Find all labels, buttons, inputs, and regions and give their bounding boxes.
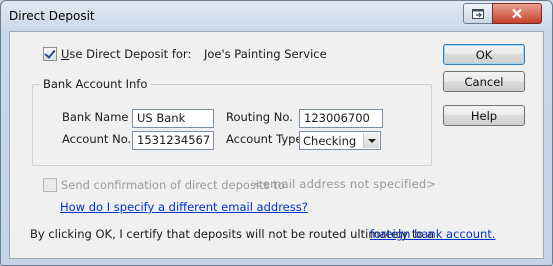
- title-bar: Direct Deposit: [1, 1, 552, 31]
- routing-no-field[interactable]: 123006700: [299, 109, 383, 128]
- account-type-label: Account Type: [226, 132, 303, 146]
- routing-no-label: Routing No.: [226, 110, 293, 124]
- bank-name-field[interactable]: US Bank: [132, 109, 214, 128]
- bank-account-group-label: Bank Account Info: [40, 77, 151, 91]
- send-confirmation-checkbox[interactable]: [43, 178, 57, 192]
- context-help-icon[interactable]: [463, 3, 493, 24]
- help-button[interactable]: Help: [443, 105, 525, 126]
- chevron-down-icon[interactable]: [363, 133, 379, 148]
- cancel-button[interactable]: Cancel: [443, 71, 525, 92]
- use-direct-deposit-label: Use Direct Deposit for:: [61, 47, 192, 61]
- send-confirmation-label: Send confirmation of direct deposits to: [61, 178, 285, 192]
- email-address-placeholder: <email address not specified>: [253, 177, 437, 191]
- window-title: Direct Deposit: [9, 9, 95, 23]
- employee-name: Joe's Painting Service: [204, 47, 327, 61]
- dialog-body: Use Direct Deposit for: Joe's Painting S…: [9, 31, 544, 259]
- direct-deposit-dialog: Direct Deposit Use Direct Deposit for: J…: [0, 0, 553, 266]
- account-no-field[interactable]: 1531234567: [132, 131, 214, 150]
- checkmark-icon: [44, 47, 56, 59]
- foreign-bank-account-link[interactable]: foreign bank account.: [370, 227, 496, 241]
- bank-name-label: Bank Name: [62, 110, 129, 124]
- close-icon[interactable]: [492, 3, 542, 24]
- account-no-label: Account No.: [62, 132, 132, 146]
- account-type-value: Checking: [303, 134, 357, 148]
- use-direct-deposit-checkbox[interactable]: [43, 47, 57, 61]
- account-type-dropdown[interactable]: Checking: [299, 131, 381, 150]
- specify-email-help-link[interactable]: How do I specify a different email addre…: [60, 200, 308, 214]
- ok-button[interactable]: OK: [443, 44, 525, 65]
